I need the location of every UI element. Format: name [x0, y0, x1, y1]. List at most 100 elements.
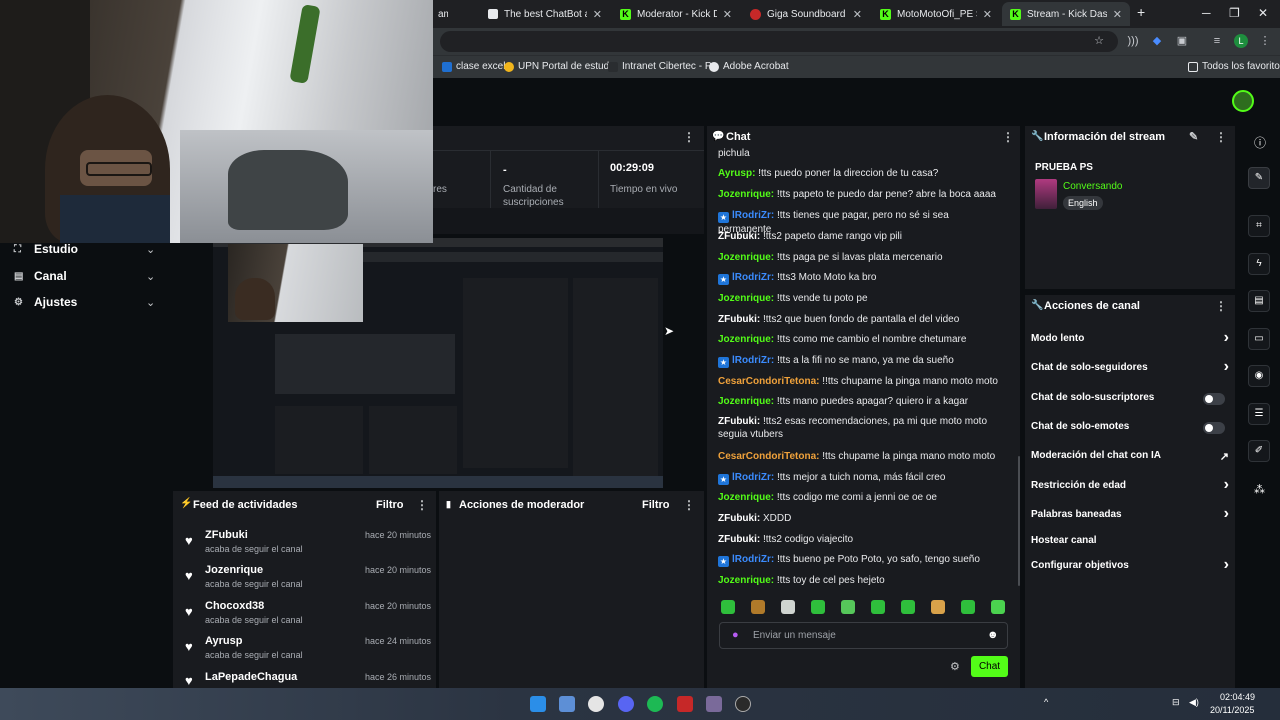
emote-icon[interactable]: [991, 600, 1005, 614]
feed-filter-button[interactable]: Filtro: [376, 499, 404, 511]
message-icon[interactable]: ▭: [1248, 328, 1270, 350]
tab-1[interactable]: amos: [430, 2, 456, 26]
chat-username[interactable]: ZFubuki:: [718, 416, 760, 427]
chat-username[interactable]: CesarCondoriTetona:: [718, 451, 820, 462]
network-icon[interactable]: ⊟: [1172, 697, 1180, 708]
windows-start-icon[interactable]: [530, 696, 546, 712]
window-close-icon[interactable]: ✕: [1258, 6, 1268, 20]
feed-username[interactable]: Jozenrique: [205, 564, 263, 576]
bookmark-adobe[interactable]: Adobe Acrobat: [709, 61, 789, 72]
more-icon[interactable]: ⋮: [683, 130, 695, 144]
chat-username[interactable]: Ayrusp:: [718, 168, 755, 179]
edit-pencil-icon[interactable]: ✎: [1248, 167, 1270, 189]
broadcast-icon[interactable]: ◉: [1248, 365, 1270, 387]
chat-username[interactable]: ZFubuki:: [718, 513, 760, 524]
chat-username[interactable]: CesarCondoriTetona:: [718, 376, 820, 387]
tray-expand-icon[interactable]: ^: [1044, 697, 1048, 707]
sidebar-item-ajustes[interactable]: ⚙ Ajustes: [14, 295, 77, 309]
close-icon[interactable]: ✕: [853, 8, 862, 21]
chat-username[interactable]: lRodriZr:: [732, 355, 774, 366]
close-icon[interactable]: ✕: [593, 8, 602, 21]
channel-action-item[interactable]: Configurar objetivos ›: [1031, 556, 1229, 576]
tab-5[interactable]: K MotoMotoOfi_PE Strea ✕: [872, 2, 1000, 26]
chrome-icon[interactable]: [588, 696, 604, 712]
extensions-icon[interactable]: ▣: [1175, 34, 1189, 48]
all-favorites[interactable]: Todos los favoritos: [1188, 61, 1280, 72]
discord-icon[interactable]: [618, 696, 634, 712]
close-icon[interactable]: ✕: [983, 8, 992, 21]
info-icon[interactable]: ⓘ: [1254, 134, 1266, 151]
emote-icon[interactable]: [901, 600, 915, 614]
moderator-filter-button[interactable]: Filtro: [642, 499, 670, 511]
sidebar-item-estudio[interactable]: ⛶ Estudio: [14, 242, 78, 256]
bolt-icon[interactable]: ϟ: [1248, 253, 1270, 275]
document-icon[interactable]: ▤: [1248, 290, 1270, 312]
channel-action-item[interactable]: Hostear canal: [1031, 535, 1229, 551]
url-input[interactable]: ☆: [440, 31, 1118, 52]
feed-username[interactable]: ZFubuki: [205, 529, 248, 541]
more-icon[interactable]: ⋮: [1002, 130, 1014, 144]
feed-username[interactable]: Ayrusp: [205, 635, 243, 647]
feed-username[interactable]: Chocoxd38: [205, 600, 264, 612]
chat-settings-gear-icon[interactable]: ⚙: [950, 660, 960, 673]
channel-action-item[interactable]: Chat de solo-seguidores ›: [1031, 358, 1229, 378]
emote-icon[interactable]: [841, 600, 855, 614]
emoji-icon[interactable]: ☻: [987, 629, 999, 641]
app-game-icon[interactable]: [706, 696, 722, 712]
spotify-icon[interactable]: [647, 696, 663, 712]
chat-username[interactable]: Jozenrique:: [718, 396, 774, 407]
chat-username[interactable]: lRodriZr:: [732, 210, 774, 221]
edit-pencil-icon[interactable]: ✎: [1189, 130, 1198, 143]
chat-username[interactable]: lRodriZr:: [732, 554, 774, 565]
tab-6[interactable]: K Stream - Kick Dashboa ✕: [1002, 2, 1130, 26]
restore-icon[interactable]: ❐: [1229, 6, 1240, 20]
emote-icon[interactable]: [781, 600, 795, 614]
emote-icon[interactable]: [871, 600, 885, 614]
bookmark-cibertec[interactable]: Intranet Cibertec - P...: [608, 61, 719, 72]
channel-action-item[interactable]: Chat de solo-emotes: [1031, 421, 1229, 437]
category-thumbnail[interactable]: [1035, 179, 1057, 209]
chat-send-button[interactable]: Chat: [971, 656, 1008, 677]
app-f-icon[interactable]: [677, 696, 693, 712]
chat-username[interactable]: Jozenrique:: [718, 575, 774, 586]
obs-icon[interactable]: [735, 696, 751, 712]
bookmark-upn[interactable]: UPN Portal de estud...: [504, 61, 618, 72]
chat-username[interactable]: Jozenrique:: [718, 293, 774, 304]
emote-icon[interactable]: [811, 600, 825, 614]
channel-action-item[interactable]: Palabras baneadas ›: [1031, 505, 1229, 525]
chevron-down-icon[interactable]: ⌄: [146, 243, 155, 256]
new-tab-button[interactable]: +: [1137, 4, 1145, 20]
more-icon[interactable]: ⋮: [416, 498, 428, 512]
chat-username[interactable]: Jozenrique:: [718, 252, 774, 263]
more-icon[interactable]: ⋮: [683, 498, 695, 512]
explorer-icon[interactable]: [559, 696, 575, 712]
microphone-icon[interactable]: ●: [732, 629, 739, 641]
emote-icon[interactable]: [751, 600, 765, 614]
toggle-switch[interactable]: [1203, 422, 1225, 434]
tab-4[interactable]: Giga Soundboard - Bot ✕: [742, 2, 870, 26]
chat-username[interactable]: ZFubuki:: [718, 534, 760, 545]
minimize-icon[interactable]: ─: [1202, 6, 1211, 20]
category-link[interactable]: Conversando: [1063, 181, 1122, 192]
shield-icon[interactable]: ◆: [1150, 34, 1164, 48]
profile-avatar[interactable]: L: [1234, 34, 1248, 48]
people-icon[interactable]: ⁂: [1254, 483, 1265, 496]
tab-2[interactable]: The best ChatBot and V ✕: [480, 2, 610, 26]
chat-username[interactable]: Jozenrique:: [718, 334, 774, 345]
toggle-switch[interactable]: [1203, 393, 1225, 405]
more-icon[interactable]: ⋮: [1215, 299, 1227, 313]
chat-username[interactable]: Jozenrique:: [718, 492, 774, 503]
channel-action-item[interactable]: Modo lento ›: [1031, 329, 1229, 349]
channel-action-item[interactable]: Moderación del chat con IA ↗: [1031, 450, 1229, 466]
chat-username[interactable]: lRodriZr:: [732, 272, 774, 283]
more-icon[interactable]: ⋮: [1215, 130, 1227, 144]
chat-username[interactable]: lRodriZr:: [732, 472, 774, 483]
reading-list-icon[interactable]: ≡: [1210, 34, 1224, 48]
feed-username[interactable]: LaPepadeChagua: [205, 671, 297, 683]
user-avatar[interactable]: [1232, 90, 1254, 112]
chevron-down-icon[interactable]: ⌄: [146, 296, 155, 309]
sidebar-item-canal[interactable]: ▤ Canal: [14, 269, 67, 283]
chat-username[interactable]: Jozenrique:: [718, 189, 774, 200]
emote-icon[interactable]: [721, 600, 735, 614]
crop-icon[interactable]: ⌗: [1248, 215, 1270, 237]
